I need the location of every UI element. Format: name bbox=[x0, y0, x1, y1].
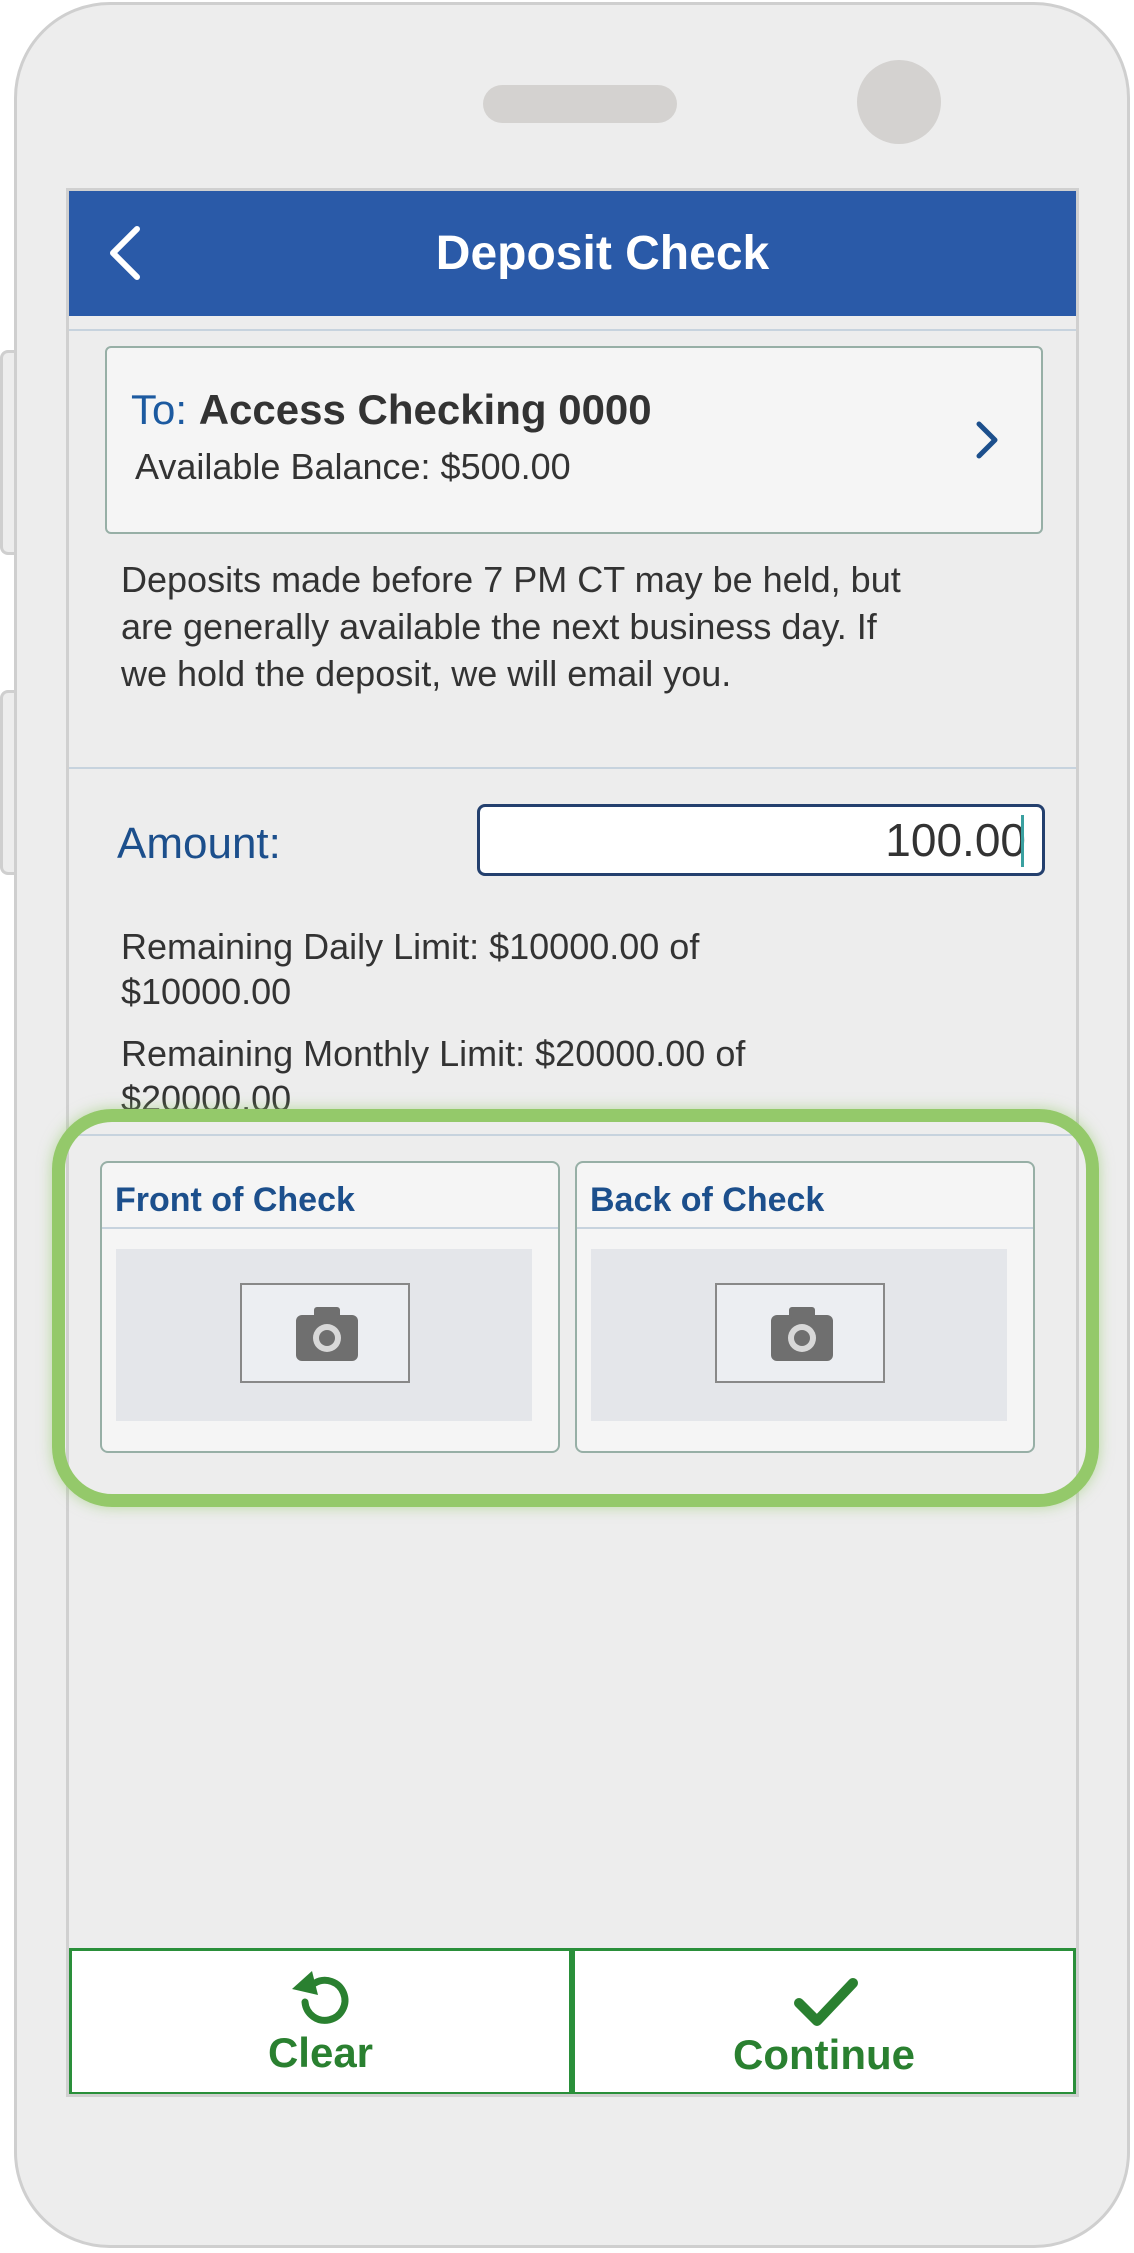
continue-button[interactable]: Continue bbox=[572, 1948, 1076, 2094]
checkmark-icon bbox=[794, 1978, 858, 2026]
notice-divider bbox=[69, 767, 1076, 769]
text-caret bbox=[1021, 815, 1024, 867]
chevron-right-icon bbox=[976, 421, 998, 459]
deposit-notice-text: Deposits made before 7 PM CT may be held… bbox=[121, 559, 901, 694]
account-selector[interactable]: To: Access Checking 0000 Available Balan… bbox=[105, 346, 1043, 534]
continue-label: Continue bbox=[733, 2031, 915, 2078]
deposit-notice: Deposits made before 7 PM CT may be held… bbox=[121, 556, 921, 697]
daily-limit: Remaining Daily Limit: $10000.00 of $100… bbox=[121, 926, 700, 1012]
check-images-highlight bbox=[52, 1109, 1099, 1507]
app-header: Deposit Check bbox=[69, 191, 1076, 316]
clear-button[interactable]: Clear bbox=[69, 1948, 572, 2094]
to-label: To: bbox=[131, 386, 188, 433]
available-balance: Available Balance: $500.00 bbox=[135, 446, 571, 487]
account-title: To: Access Checking 0000 bbox=[131, 386, 652, 434]
phone-front-camera bbox=[857, 60, 941, 144]
amount-label: Amount: bbox=[117, 819, 281, 868]
amount-input[interactable] bbox=[477, 804, 1045, 876]
refresh-icon bbox=[292, 1971, 349, 2024]
page-title: Deposit Check bbox=[435, 227, 770, 280]
header-divider bbox=[69, 329, 1076, 331]
account-name: Access Checking 0000 bbox=[198, 386, 652, 433]
monthly-limit: Remaining Monthly Limit: $20000.00 of $2… bbox=[121, 1033, 746, 1119]
clear-label: Clear bbox=[267, 2029, 374, 2076]
phone-speaker bbox=[483, 85, 677, 123]
